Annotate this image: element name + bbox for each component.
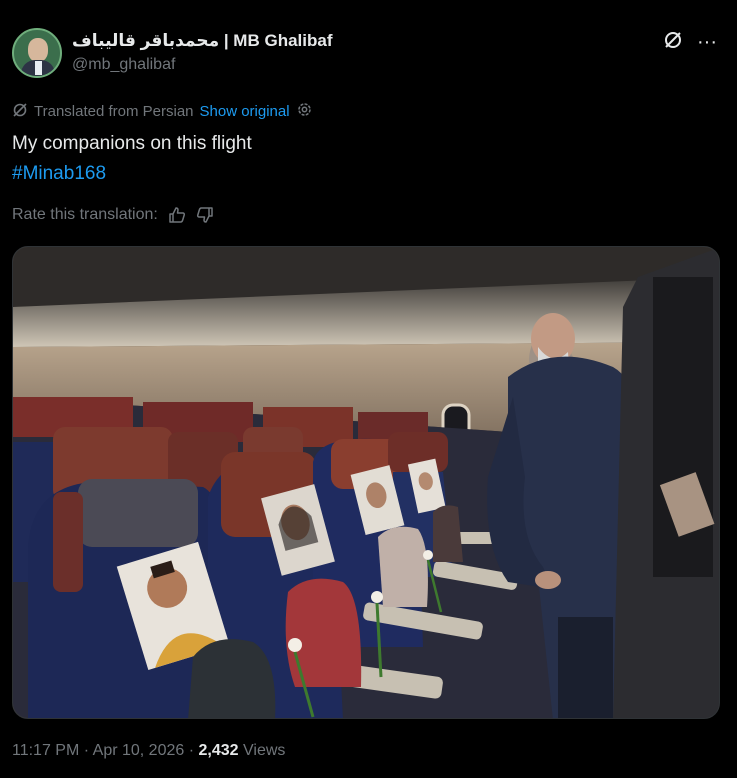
grok-icon[interactable]	[663, 30, 683, 54]
show-original-link[interactable]: Show original	[200, 103, 290, 120]
views-label: Views	[243, 742, 286, 759]
thumbs-up-icon[interactable]	[168, 206, 186, 224]
avatar[interactable]	[12, 28, 62, 78]
translate-icon	[12, 102, 28, 122]
thumbs-down-icon[interactable]	[196, 206, 214, 224]
tweet-body: My companions on this flight #Minab168	[12, 129, 252, 189]
gear-icon[interactable]	[296, 101, 313, 122]
translation-notice: Translated from Persian Show original	[12, 101, 313, 122]
hashtag-link[interactable]: #Minab168	[12, 159, 252, 189]
tweet-time[interactable]: 11:17 PM	[12, 742, 79, 759]
more-icon[interactable]: ···	[697, 32, 717, 52]
tweet-text: My companions on this flight	[12, 133, 252, 154]
translation-notice-text: Translated from Persian	[34, 103, 194, 120]
cabin-photo-illustration	[13, 247, 719, 718]
author-handle[interactable]: @mb_ghalibaf	[72, 56, 175, 74]
tweet-meta: 11:17 PM · Apr 10, 2026 · 2,432 Views	[12, 742, 286, 759]
tweet-date[interactable]: Apr 10, 2026	[93, 742, 185, 759]
rate-label: Rate this translation:	[12, 206, 158, 223]
author-name[interactable]: محمدباقر قالیباف | MB Ghalibaf	[72, 31, 332, 51]
tweet-header: محمدباقر قالیباف | MB Ghalibaf @mb_ghali…	[12, 28, 725, 80]
views-count[interactable]: 2,432	[199, 742, 239, 759]
tweet-photo[interactable]	[12, 246, 720, 719]
header-actions: ···	[663, 30, 717, 54]
rate-translation: Rate this translation:	[12, 206, 214, 224]
